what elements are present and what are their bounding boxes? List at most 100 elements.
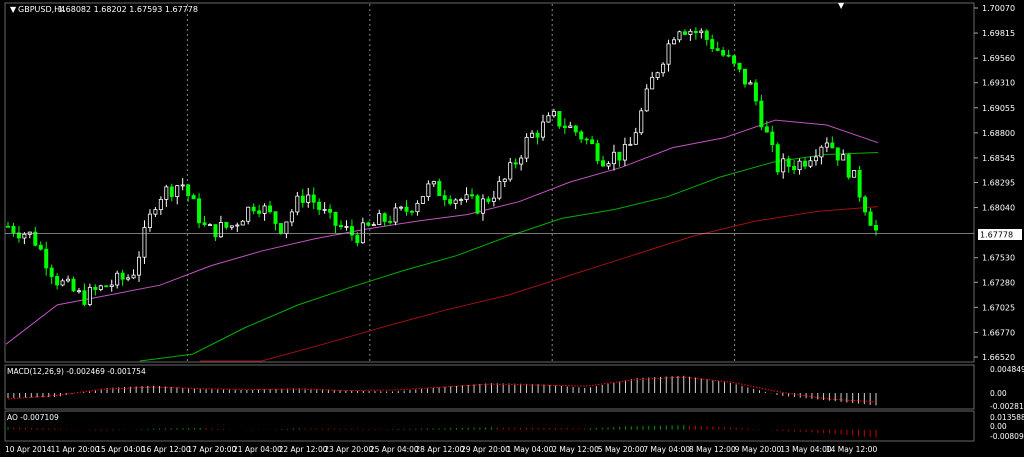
candle-body	[464, 194, 469, 200]
price-axis: 1.70070 1.69815 1.69560 1.69310 1.69055 1.688…	[974, 4, 1015, 362]
candle-body	[535, 132, 540, 138]
time-tick-label: 14 May 12:00	[826, 445, 878, 454]
macd-axis-top: 0.004849	[990, 365, 1024, 374]
candle-body	[317, 201, 322, 210]
candle-body	[579, 131, 584, 140]
candle-body	[246, 206, 251, 222]
candle-body	[371, 224, 376, 226]
candle-body	[186, 184, 191, 196]
candle-body	[169, 186, 174, 197]
candle-body	[98, 285, 103, 290]
symbol-arrow-icon: ▼	[10, 5, 17, 14]
candle-body	[268, 205, 273, 213]
candle-body	[497, 181, 502, 199]
price-tick-label: 1.69310	[982, 79, 1015, 88]
candle-body	[721, 49, 726, 56]
candle-body	[6, 225, 11, 228]
candle-body	[677, 31, 682, 41]
candle-body	[388, 221, 393, 223]
candle-body	[513, 162, 518, 165]
candle-body	[508, 162, 513, 180]
time-tick-label: 17 Apr 20:00	[187, 445, 236, 454]
candle-body	[87, 286, 92, 305]
candle-body	[459, 199, 464, 201]
candle-body	[22, 233, 27, 239]
candle-body	[617, 151, 622, 161]
ohlc-label: 1.68082 1.68202 1.67593 1.67778	[58, 5, 198, 14]
candle-body	[158, 198, 163, 211]
price-tick-label: 1.68295	[982, 179, 1015, 188]
candle-body	[491, 197, 496, 202]
time-tick-label: 16 Apr 12:00	[142, 445, 191, 454]
ao-panel[interactable]	[4, 410, 975, 442]
candle-body	[639, 110, 644, 134]
candle-body	[93, 286, 98, 290]
candle-body	[830, 142, 835, 149]
candle-body	[595, 143, 600, 162]
candle-body	[666, 43, 671, 65]
candle-body	[147, 213, 152, 228]
candle-body	[519, 157, 524, 165]
candle-body	[322, 208, 327, 211]
candle-body	[442, 195, 447, 200]
candle-body	[557, 111, 562, 127]
candle-body	[409, 210, 414, 213]
candle-body	[710, 39, 715, 50]
ao-label: AO -0.007109	[7, 413, 59, 422]
candle-body	[863, 196, 868, 213]
candle-body	[748, 82, 753, 85]
candle-body	[502, 178, 507, 182]
candle-body	[841, 154, 846, 161]
candle-body	[868, 211, 873, 226]
macd-panel[interactable]	[4, 364, 975, 410]
candle-body	[819, 146, 824, 158]
candle-body	[655, 72, 660, 78]
time-tick-label: 21 Apr 04:00	[233, 445, 282, 454]
candle-body	[540, 121, 545, 138]
candle-body	[393, 207, 398, 223]
candle-body	[66, 278, 71, 282]
candle-body	[524, 136, 529, 159]
candle-body	[835, 147, 840, 161]
candle-body	[426, 183, 431, 197]
candle-body	[453, 199, 458, 204]
candle-body	[115, 272, 120, 286]
candle-body	[644, 88, 649, 112]
ao-axis-zero: 0.00	[990, 422, 1007, 431]
candle-body	[251, 206, 256, 212]
time-tick-label: 23 Apr 20:00	[324, 445, 373, 454]
candle-body	[437, 181, 442, 197]
candle-body	[824, 142, 829, 148]
candle-body	[770, 131, 775, 146]
candle-body	[786, 158, 791, 167]
candle-body	[546, 115, 551, 123]
candle-body	[431, 181, 436, 185]
shift-marker-icon[interactable]: ▼	[838, 1, 845, 10]
candle-body	[590, 139, 595, 145]
candle-body	[846, 154, 851, 178]
candle-body	[349, 226, 354, 236]
candle-body	[104, 285, 109, 288]
price-tick-label: 1.66520	[982, 353, 1015, 362]
time-tick-label: 2 May 12:00	[552, 445, 599, 454]
price-panel[interactable]	[4, 2, 975, 363]
candle-body	[753, 82, 758, 102]
candle-body	[584, 138, 589, 141]
candle-body	[180, 184, 185, 187]
candle-body	[551, 111, 556, 117]
mt4-chart-window[interactable]: ▼ GBPUSD,H4 1.68082 1.68202 1.67593 1.67…	[0, 0, 1024, 457]
candle-body	[601, 160, 606, 167]
candle-body	[11, 226, 16, 234]
candle-body	[218, 222, 223, 238]
candle-body	[289, 211, 294, 223]
time-tick-label: 9 May 20:00	[735, 445, 782, 454]
candle-body	[611, 151, 616, 165]
candle-body	[486, 198, 491, 202]
candle-body	[377, 213, 382, 225]
time-tick-label: 11 Apr 20:00	[51, 445, 100, 454]
candle-body	[300, 195, 305, 203]
time-tick-label: 8 May 12:00	[689, 445, 736, 454]
candle-body	[622, 143, 627, 161]
candle-body	[311, 194, 316, 203]
candle-body	[284, 221, 289, 234]
